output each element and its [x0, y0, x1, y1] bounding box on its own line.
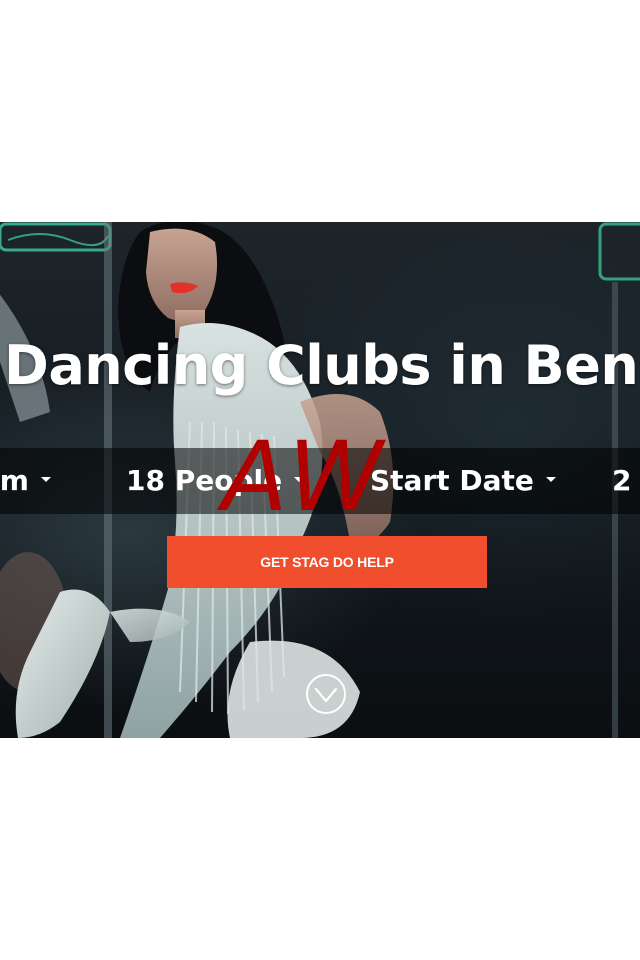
- filter-dropdown-start-date[interactable]: Start Date: [370, 448, 556, 514]
- chevron-down-circle-icon[interactable]: [305, 673, 347, 715]
- filter-label: 18 People: [126, 464, 283, 497]
- filter-label: rm: [0, 464, 29, 497]
- caret-down-icon: [294, 476, 305, 482]
- hero-banner: Dancing Clubs in Benid rm 18 People Star…: [0, 222, 640, 738]
- filter-dropdown-nights[interactable]: 2: [612, 448, 631, 514]
- get-stag-do-help-button[interactable]: GET STAG DO HELP: [167, 536, 487, 588]
- filter-dropdown-people[interactable]: 18 People: [126, 448, 305, 514]
- search-filter-bar: rm 18 People Start Date 2: [0, 448, 640, 514]
- filter-dropdown-term[interactable]: rm: [0, 448, 51, 514]
- page: Dancing Clubs in Benid rm 18 People Star…: [0, 0, 640, 960]
- caret-down-icon: [545, 476, 556, 482]
- filter-label: Start Date: [370, 464, 534, 497]
- page-title: Dancing Clubs in Benid: [4, 334, 640, 397]
- caret-down-icon: [40, 476, 51, 482]
- filter-label: 2: [612, 464, 632, 497]
